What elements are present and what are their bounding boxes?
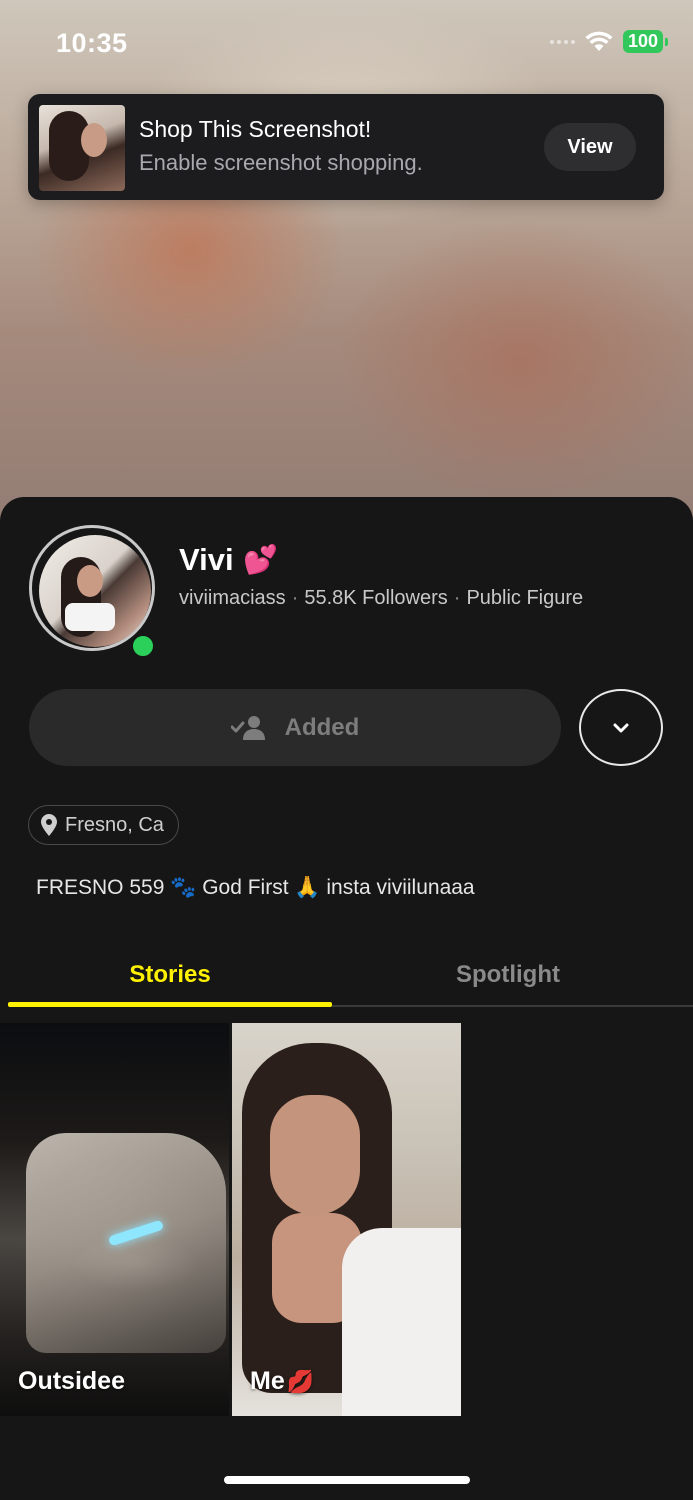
notification-subtitle: Enable screenshot shopping. — [139, 150, 423, 175]
added-button[interactable]: Added — [29, 689, 561, 766]
shop-screenshot-notification[interactable]: Shop This Screenshot! Enable screenshot … — [28, 94, 664, 200]
wifi-icon — [585, 31, 613, 51]
tab-stories[interactable]: Stories — [8, 945, 332, 1005]
battery-indicator: 100 — [622, 30, 669, 53]
location-label: Fresno, Ca — [65, 813, 164, 836]
username: viviimaciass — [179, 587, 286, 609]
tab-spotlight[interactable]: Spotlight — [340, 945, 676, 1005]
cellular-signal-icon — [549, 39, 575, 44]
profile-tabs: Stories Spotlight — [0, 945, 693, 1008]
add-friend-check-icon — [230, 715, 265, 740]
name-emoji: 💕 — [243, 544, 278, 575]
screenshot-thumbnail — [39, 105, 125, 191]
tab-divider — [332, 1005, 693, 1007]
story-tile-me[interactable]: Me💋 — [232, 1023, 461, 1416]
display-name: Vivi — [179, 542, 234, 577]
profile-meta: viviimaciass · 55.8K Followers · Public Figu… — [179, 587, 584, 609]
story-label: Me💋 — [250, 1367, 315, 1395]
location-chip[interactable]: Fresno, Ca — [28, 805, 179, 845]
followers-count[interactable]: 55.8K Followers — [304, 587, 447, 609]
view-button[interactable]: View — [544, 123, 636, 171]
avatar[interactable] — [39, 535, 151, 647]
profile-bio: FRESNO 559 🐾 God First 🙏 insta viviiluna… — [36, 876, 475, 899]
notification-title: Shop This Screenshot! — [139, 116, 372, 142]
story-label: Outsidee — [18, 1367, 125, 1395]
more-options-button[interactable] — [579, 689, 663, 766]
lips-emoji: 💋 — [286, 1369, 315, 1394]
profile-category: Public Figure — [466, 587, 584, 609]
location-pin-icon — [41, 814, 57, 836]
status-time: 10:35 — [56, 28, 128, 58]
blurred-background — [0, 0, 693, 560]
story-tile-outsidee[interactable]: Outsidee — [0, 1023, 229, 1416]
online-status-indicator — [130, 633, 156, 659]
added-label: Added — [284, 713, 360, 741]
status-icons: 100 — [549, 30, 669, 53]
chevron-down-icon — [613, 723, 629, 732]
home-indicator[interactable] — [224, 1476, 470, 1484]
active-tab-indicator — [8, 1002, 332, 1007]
